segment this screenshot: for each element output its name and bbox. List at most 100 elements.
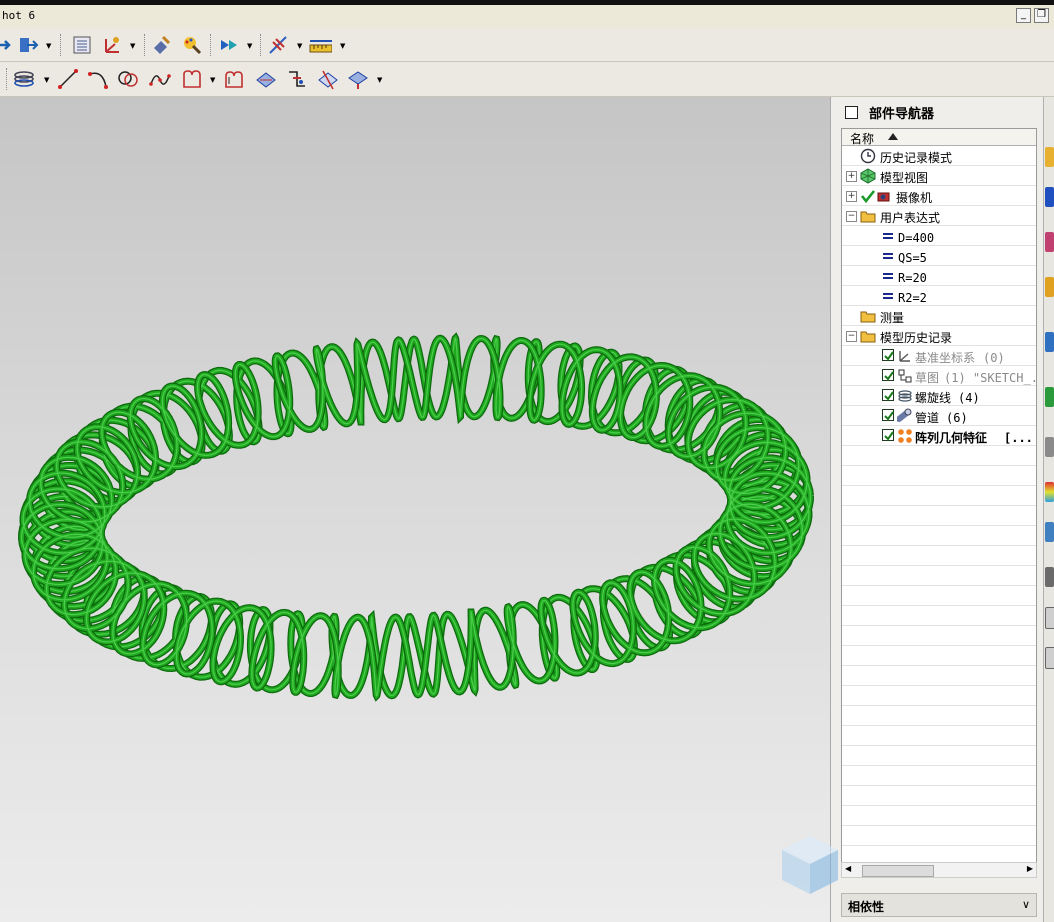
helix-icon[interactable] [12,67,36,91]
tree-empty-row [842,726,1036,746]
chevron-down-icon[interactable]: ▼ [247,42,252,50]
sweep-icon[interactable] [254,67,278,91]
arc-icon[interactable] [86,67,110,91]
line-icon[interactable] [56,67,80,91]
tree-row-expression[interactable]: D=400 [842,226,1036,246]
chevron-down-icon[interactable]: ▼ [377,76,382,84]
tree-row-feature-helix[interactable]: 螺旋线 (4) [842,386,1036,406]
tree-empty-row [842,546,1036,566]
tree-row-suffix: (4) [958,391,980,405]
equals-icon [880,268,896,284]
resource-tab-icon[interactable] [1045,232,1054,252]
extend-icon[interactable] [316,67,340,91]
chevron-down-icon[interactable]: ▼ [44,76,49,84]
paint-icon[interactable] [180,33,204,57]
resource-tab-icon[interactable] [1045,567,1054,587]
chevron-down-icon[interactable]: ▼ [210,76,215,84]
expand-icon[interactable]: + [846,191,857,202]
chevron-down-icon[interactable]: ▼ [297,42,302,50]
collapse-icon[interactable]: − [846,211,857,222]
offset-curve-icon[interactable] [222,67,246,91]
navigator-tree[interactable]: 名称 历史记录模式 + 模型视图 + 摄像机 − 用户表达式 D=400 QS=… [841,128,1037,878]
tree-row-cameras[interactable]: + 摄像机 [842,186,1036,206]
move-icon[interactable] [0,33,16,57]
tree-row-feature-datum[interactable]: 基准坐标系 (0) [842,346,1036,366]
model-view-icon [860,168,876,184]
tree-row-measurements[interactable]: 测量 [842,306,1036,326]
navigator-toggle-checkbox[interactable] [845,106,858,119]
tree-row-label: D=400 [898,231,935,245]
tree-empty-row [842,786,1036,806]
sketch-icon[interactable] [180,67,204,91]
tree-empty-row [842,746,1036,766]
resource-tab-icon[interactable] [1045,647,1054,669]
edit-object-icon[interactable] [150,33,174,57]
tree-row-suffix: (6) [946,411,968,425]
view-icon[interactable] [216,33,240,57]
minimize-button[interactable]: _ [1016,8,1031,23]
tree-row-user-expressions[interactable]: − 用户表达式 [842,206,1036,226]
camera-icon [876,188,892,204]
measure-icon[interactable] [308,33,332,57]
window-title: hot 6 [2,9,36,22]
column-header-name[interactable]: 名称 [842,129,1036,146]
tree-row-feature-tube[interactable]: 管道 (6) [842,406,1036,426]
resource-tab-icon[interactable] [1045,607,1054,629]
folder-icon [860,208,876,224]
toolbar-separator [260,34,263,56]
tree-row-feature-pattern[interactable]: 阵列几何特征 [... [842,426,1036,446]
tree-row-label: 测量 [880,311,905,325]
tree-row-feature-sketch[interactable]: 草图 (1) "SKETCH_... [842,366,1036,386]
toolbar-separator [210,34,213,56]
spline-icon[interactable] [148,67,172,91]
tree-row-label: R2=2 [898,291,927,305]
wcs-icon[interactable] [100,33,124,57]
folder-icon [860,308,876,324]
tree-row-label: 用户表达式 [880,211,941,225]
tree-empty-row [842,706,1036,726]
tree-empty-row [842,606,1036,626]
helical-torus-model[interactable] [0,97,830,922]
feature-checkbox[interactable] [882,429,894,441]
resource-tab-icon[interactable] [1045,147,1054,167]
chevron-down-icon[interactable]: ▼ [46,42,51,50]
feature-checkbox[interactable] [882,409,894,421]
tree-row-model-history[interactable]: − 模型历史记录 [842,326,1036,346]
graphics-viewport[interactable] [0,97,830,922]
chevron-down-icon[interactable]: ▼ [130,42,135,50]
restore-button[interactable]: ❐ [1034,8,1049,23]
surface-icon[interactable] [346,67,370,91]
pattern-icon [897,428,913,444]
feature-checkbox[interactable] [882,369,894,381]
resource-tab-icon[interactable] [1045,387,1054,407]
resource-tab-icon[interactable] [1045,522,1054,542]
collapse-icon[interactable]: − [846,331,857,342]
tree-row-expression[interactable]: R=20 [842,266,1036,286]
tree-row-expression[interactable]: R2=2 [842,286,1036,306]
toolbar-standard: ▼ ▼ ▼ ▼ ▼ [0,28,1054,62]
tree-row-history-mode[interactable]: 历史记录模式 [842,146,1036,166]
resource-tab-icon[interactable] [1045,332,1054,352]
feature-checkbox[interactable] [882,389,894,401]
resource-tab-icon[interactable] [1045,277,1054,297]
resource-tab-icon[interactable] [1045,482,1054,502]
tree-empty-row [842,506,1036,526]
resource-tab-icon[interactable] [1045,437,1054,457]
snap-icon[interactable] [266,33,290,57]
tree-row-label: 模型视图 [880,171,929,185]
expand-icon[interactable]: + [846,171,857,182]
tree-empty-row [842,486,1036,506]
layer-icon[interactable] [16,33,40,57]
navigator-header: 部件导航器 [831,97,1044,125]
tree-row-expression[interactable]: QS=5 [842,246,1036,266]
feature-checkbox[interactable] [882,349,894,361]
tree-row-suffix: [... [1004,431,1033,445]
tree-row-model-views[interactable]: + 模型视图 [842,166,1036,186]
chevron-down-icon[interactable]: ▼ [340,42,345,50]
trim-icon[interactable] [284,67,308,91]
resource-tab-icon[interactable] [1045,187,1054,207]
tree-empty-row [842,566,1036,586]
circle-icon[interactable] [116,67,140,91]
sheet-icon[interactable] [70,33,94,57]
toolbar-separator [60,34,63,56]
